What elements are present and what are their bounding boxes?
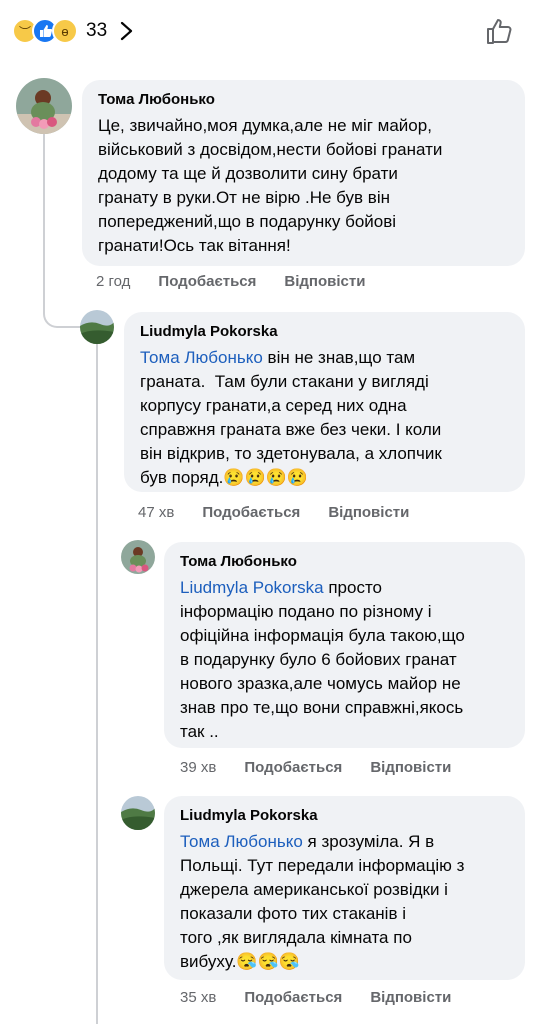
comment-meta: 47 хв Подобається Відповісти	[138, 504, 409, 521]
reactions-summary[interactable]: ︶ ɵ 33	[12, 14, 137, 48]
comment-bubble: Тома Любонько Це, звичайно,моя думка,але…	[82, 80, 525, 266]
comment-time[interactable]: 2 год	[96, 273, 130, 290]
like-button[interactable]: Подобається	[244, 759, 342, 776]
avatar[interactable]	[80, 310, 114, 344]
mention-link[interactable]: Liudmyla Pokorska	[180, 578, 324, 597]
comment-text: Тома Любонько я зрозуміла. Я в Польщі. Т…	[180, 832, 465, 971]
comment-time[interactable]: 47 хв	[138, 504, 174, 521]
comment-bubble: Liudmyla Pokorska Тома Любонько він не з…	[124, 312, 525, 492]
comment-author[interactable]: Liudmyla Pokorska	[140, 322, 511, 342]
avatar[interactable]	[16, 78, 72, 134]
reply-button[interactable]: Відповісти	[284, 273, 365, 290]
reply-button[interactable]: Відповісти	[370, 989, 451, 1006]
emoji-text: 😢😢😢😢	[223, 468, 309, 487]
reply-button[interactable]: Відповісти	[370, 759, 451, 776]
thread-line	[96, 792, 120, 810]
like-button[interactable]: Подобається	[158, 273, 256, 290]
thread-line	[43, 132, 81, 328]
reaction-count: 33	[86, 20, 108, 41]
comment-time[interactable]: 35 хв	[180, 989, 216, 1006]
mention-link[interactable]: Тома Любонько	[180, 832, 303, 851]
comment-meta: 2 год Подобається Відповісти	[96, 273, 365, 290]
comment-text: Тома Любонько він не знав,що там граната…	[140, 348, 442, 487]
emoji-text: 😪😪😪	[236, 952, 300, 971]
reply-button[interactable]: Відповісти	[328, 504, 409, 521]
avatar[interactable]	[121, 796, 155, 830]
comment-bubble: Liudmyla Pokorska Тома Любонько я зрозум…	[164, 796, 525, 980]
wow-reaction-icon: ɵ	[52, 18, 78, 44]
thread-line	[96, 342, 98, 1024]
thread-line	[96, 540, 120, 558]
comment-author[interactable]: Тома Любонько	[180, 552, 511, 572]
comment-meta: 39 хв Подобається Відповісти	[180, 759, 451, 776]
avatar[interactable]	[121, 540, 155, 574]
comment-bubble: Тома Любонько Liudmyla Pokorska просто і…	[164, 542, 525, 748]
comment-author[interactable]: Тома Любонько	[98, 90, 511, 110]
comment-text: Liudmyla Pokorska просто інформацію пода…	[180, 578, 465, 741]
mention-link[interactable]: Тома Любонько	[140, 348, 263, 367]
thumbs-up-icon[interactable]	[484, 15, 516, 47]
like-button[interactable]: Подобається	[202, 504, 300, 521]
chevron-right-icon[interactable]	[115, 20, 137, 42]
comment-meta: 35 хв Подобається Відповісти	[180, 989, 451, 1006]
comment-text: Це, звичайно,моя думка,але не міг майор,…	[98, 116, 443, 255]
comment-time[interactable]: 39 хв	[180, 759, 216, 776]
like-button[interactable]: Подобається	[244, 989, 342, 1006]
comment-author[interactable]: Liudmyla Pokorska	[180, 806, 511, 826]
